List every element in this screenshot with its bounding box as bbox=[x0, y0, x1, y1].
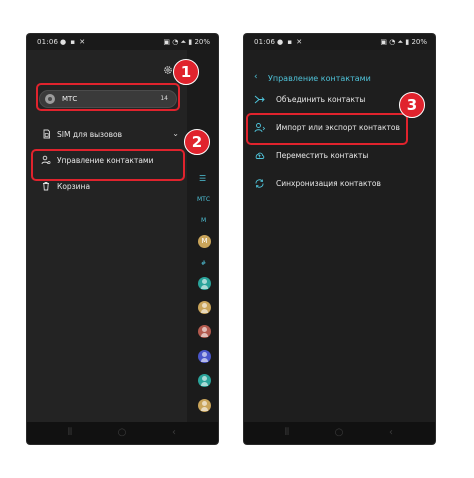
back-icon[interactable]: ‹ bbox=[386, 428, 396, 438]
navigation-bar: ⦀ ○ ‹ bbox=[27, 422, 218, 444]
sim-card-icon bbox=[43, 129, 50, 139]
step-badge-2: 2 bbox=[184, 129, 210, 155]
contact-avatar[interactable]: M bbox=[198, 235, 211, 248]
step-badge-3: 3 bbox=[399, 92, 425, 118]
highlight-account bbox=[36, 83, 180, 111]
menu-item-label: SIM для вызовов bbox=[57, 130, 123, 139]
back-arrow-icon[interactable]: ‹ bbox=[254, 72, 258, 82]
item-label: Переместить контакты bbox=[276, 151, 369, 160]
index-label: М bbox=[201, 217, 207, 224]
navigation-bar: ⦀ ○ ‹ bbox=[244, 422, 435, 444]
trash-icon bbox=[43, 182, 49, 191]
recent-apps-icon[interactable]: ⦀ bbox=[282, 428, 292, 438]
item-label: Синхронизация контактов bbox=[276, 179, 381, 188]
contact-avatar[interactable] bbox=[198, 374, 211, 387]
notification-icons: ● ▪ ✕ bbox=[60, 38, 87, 46]
battery-level: 20% bbox=[411, 38, 427, 46]
status-time: 01:06 bbox=[254, 38, 276, 46]
contact-avatar[interactable] bbox=[198, 277, 211, 290]
home-icon[interactable]: ○ bbox=[334, 428, 344, 438]
menu-item-sim-calls[interactable]: SIM для вызовов ⌄ bbox=[39, 127, 179, 143]
contact-avatar[interactable] bbox=[198, 350, 211, 363]
move-contacts-item[interactable]: Переместить контакты bbox=[254, 148, 430, 164]
chevron-down-icon: ⌄ bbox=[172, 129, 179, 138]
status-time: 01:06 bbox=[37, 38, 59, 46]
status-right: ▣ ◔ ⏶ ▮ 20% bbox=[380, 38, 427, 46]
status-bar: 01:06 ● ▪ ✕ ▣ ◔ ⏶ ▮ 20% bbox=[244, 34, 435, 50]
back-icon[interactable]: ‹ bbox=[169, 428, 179, 438]
highlight-manage-contacts bbox=[31, 149, 185, 181]
battery-level: 20% bbox=[194, 38, 210, 46]
contact-avatar[interactable] bbox=[198, 301, 211, 314]
notification-icons: ● ▪ ✕ bbox=[277, 38, 304, 46]
gear-icon[interactable] bbox=[163, 65, 173, 75]
recent-apps-icon[interactable]: ⦀ bbox=[65, 428, 75, 438]
status-bar: 01:06 ● ▪ ✕ ▣ ◔ ⏶ ▮ 20% bbox=[27, 34, 218, 50]
highlight-import-export bbox=[246, 113, 408, 145]
index-label: # bbox=[201, 260, 207, 267]
index-label: МТС bbox=[197, 196, 211, 203]
menu-item-trash[interactable]: Корзина bbox=[39, 179, 179, 195]
contact-avatar[interactable] bbox=[198, 399, 211, 412]
cloud-upload-icon bbox=[255, 152, 265, 159]
sync-icon bbox=[255, 179, 264, 188]
item-label: Объединить контакты bbox=[276, 95, 366, 104]
status-right: ▣ ◔ ⏶ ▮ 20% bbox=[163, 38, 210, 46]
merge-icon bbox=[254, 95, 265, 104]
home-icon[interactable]: ○ bbox=[117, 428, 127, 438]
page-title: Управление контактами bbox=[268, 74, 371, 83]
menu-item-label: Корзина bbox=[57, 182, 91, 191]
contact-avatar[interactable] bbox=[198, 325, 211, 338]
step-badge-1: 1 bbox=[173, 59, 199, 85]
sync-contacts-item[interactable]: Синхронизация контактов bbox=[254, 176, 430, 192]
list-menu-icon[interactable]: ☰ bbox=[199, 174, 206, 183]
